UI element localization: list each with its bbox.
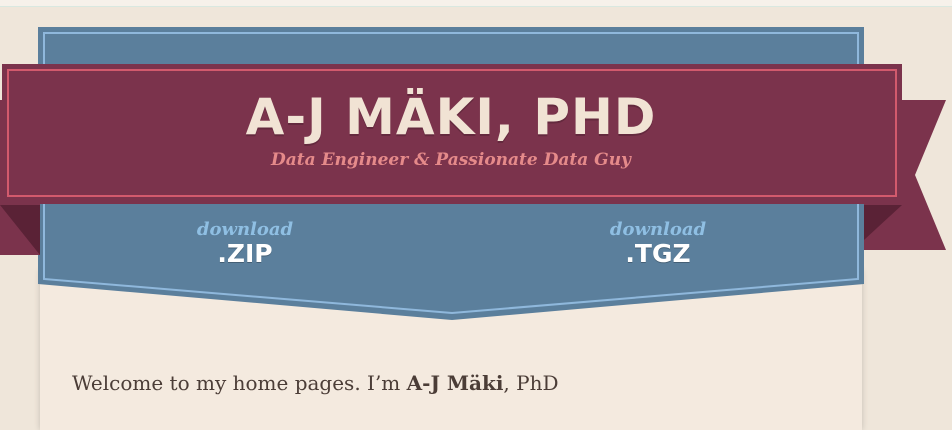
download-zip-ext: .ZIP [217, 239, 273, 268]
welcome-text: Welcome to my home pages. I’m A-J Mäki, … [72, 371, 559, 395]
site-title: A-J MÄKI, PHD [245, 88, 657, 146]
download-zip-link[interactable]: download .ZIP [145, 220, 345, 268]
site-tagline: Data Engineer & Passionate Data Guy [271, 150, 631, 170]
download-tgz-link[interactable]: download .TGZ [558, 220, 758, 268]
download-tgz-label: download [609, 219, 707, 240]
welcome-prefix: Welcome to my home pages. I’m [72, 371, 407, 395]
header-banner [0, 27, 946, 320]
welcome-suffix: , PhD [503, 371, 559, 395]
download-tgz-ext: .TGZ [625, 239, 691, 268]
download-zip-label: download [196, 219, 294, 240]
welcome-name: A-J Mäki [406, 371, 504, 395]
